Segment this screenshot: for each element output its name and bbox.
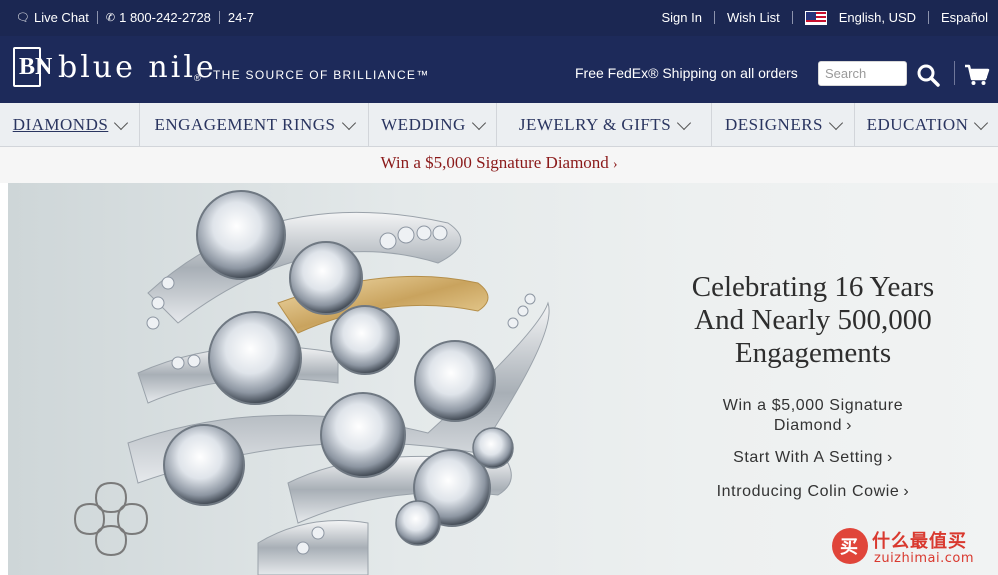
wish-list-link[interactable]: Wish List xyxy=(727,10,780,25)
nav-label: Education xyxy=(866,115,969,134)
promo-link[interactable]: Win a $5,000 Signature Diamond › xyxy=(381,153,618,172)
tagline: THE SOURCE OF BRILLIANCE™ xyxy=(213,68,430,82)
divider xyxy=(218,11,220,24)
nav-designers[interactable]: Designers xyxy=(712,103,855,147)
divider xyxy=(96,11,98,24)
watermark-badge-text: 买 xyxy=(840,537,858,557)
logo-mark[interactable]: BN xyxy=(13,47,52,87)
utility-bar: 🗨 Live Chat ✆ 1 800-242-2728 24-7 Sign I… xyxy=(0,0,998,36)
chevron-right-icon: › xyxy=(846,417,853,434)
chevron-down-icon xyxy=(828,115,844,131)
phone-icon: ✆ xyxy=(105,12,116,24)
divider xyxy=(713,11,715,24)
hours-label: 24-7 xyxy=(227,10,254,25)
divider xyxy=(928,11,930,24)
chevron-right-icon: › xyxy=(903,483,910,500)
locale-selector[interactable]: English, USD xyxy=(839,10,916,25)
hero-link-text: Start With A Setting xyxy=(733,449,883,466)
logo-text[interactable]: blue nile xyxy=(58,50,217,85)
divider xyxy=(791,11,793,24)
nav-label: Diamonds xyxy=(12,115,109,134)
nav-jewelry-gifts[interactable]: Jewelry & Gifts xyxy=(497,103,712,147)
hero-headline-line: Engagements xyxy=(734,337,892,369)
divider xyxy=(954,61,955,85)
monogram-logo xyxy=(74,482,148,556)
hero-headline-line: Celebrating 16 Years xyxy=(691,271,935,303)
watermark-badge-icon: 买 xyxy=(832,528,868,564)
us-flag-icon xyxy=(804,10,827,25)
nav-label: Jewelry & Gifts xyxy=(518,115,672,134)
nav-label: Designers xyxy=(724,115,823,134)
sign-in-link[interactable]: Sign In xyxy=(661,10,701,25)
nav-diamonds[interactable]: Diamonds xyxy=(0,103,140,147)
hero-link-text: Diamond xyxy=(773,417,843,434)
logo-registered: ® xyxy=(194,73,201,83)
hero-link-text: Win a $5,000 Signature xyxy=(722,397,904,414)
nav-wedding[interactable]: Wedding xyxy=(369,103,497,147)
logo-mark-letters: BN xyxy=(19,54,53,80)
watermark-site: zuizhimai.com xyxy=(874,551,974,566)
nav-label: Engagement Rings xyxy=(154,115,336,134)
nav-engagement-rings[interactable]: Engagement Rings xyxy=(140,103,369,147)
chevron-right-icon: › xyxy=(886,449,893,466)
nav-education[interactable]: Education xyxy=(855,103,998,147)
phone-number[interactable]: 1 800-242-2728 xyxy=(119,10,211,25)
site-header: BN blue nile ® THE SOURCE OF BRILLIANCE™… xyxy=(0,36,998,103)
promo-text: Win a $5,000 Signature Diamond xyxy=(380,153,609,172)
hero-banner[interactable]: Celebrating 16 Years And Nearly 500,000 … xyxy=(8,183,998,575)
hero-headline: Celebrating 16 Years And Nearly 500,000 … xyxy=(663,271,963,370)
hero-headline-line: And Nearly 500,000 xyxy=(694,304,932,336)
search-icon[interactable] xyxy=(916,63,942,87)
cart-icon[interactable] xyxy=(964,63,990,87)
hero-link-start-setting[interactable]: Start With A Setting › xyxy=(668,449,958,467)
hero-link-win-diamond[interactable]: Win a $5,000 Signature Diamond › xyxy=(668,396,958,436)
shipping-banner[interactable]: Free FedEx® Shipping on all orders xyxy=(575,65,798,81)
chevron-right-icon: › xyxy=(612,157,618,172)
chevron-down-icon xyxy=(471,115,486,131)
chevron-down-icon xyxy=(974,115,989,131)
hero-link-text: Introducing Colin Cowie xyxy=(716,483,900,500)
live-chat-link[interactable]: Live Chat xyxy=(34,10,89,25)
watermark-title: 什么最值买 xyxy=(872,531,967,552)
search-input[interactable] xyxy=(818,61,907,86)
chevron-down-icon xyxy=(114,115,129,131)
chevron-down-icon xyxy=(677,115,692,131)
main-nav: Diamonds Engagement Rings Wedding Jewelr… xyxy=(0,103,998,147)
language-link[interactable]: Español xyxy=(941,10,988,25)
chevron-down-icon xyxy=(341,115,356,131)
nav-label: Wedding xyxy=(381,115,466,134)
hero-link-colin-cowie[interactable]: Introducing Colin Cowie › xyxy=(668,483,958,501)
promo-banner: Win a $5,000 Signature Diamond › xyxy=(0,147,998,183)
chat-icon: 🗨 xyxy=(16,12,30,24)
